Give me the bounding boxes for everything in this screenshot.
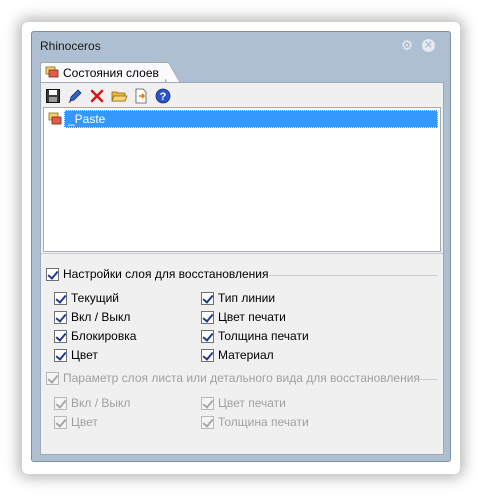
- checkbox-label: Цвет: [71, 348, 98, 362]
- list-item[interactable]: _Paste: [46, 110, 438, 128]
- help-icon: ?: [155, 88, 171, 103]
- checkbox-label: Блокировка: [71, 329, 137, 343]
- checkbox-label: Цвет печати: [218, 396, 286, 410]
- svg-text:?: ?: [160, 91, 167, 103]
- group-divider: [416, 379, 437, 380]
- delete-icon: [90, 89, 104, 102]
- checkbox-label: Текущий: [71, 291, 119, 305]
- save-button[interactable]: [43, 86, 63, 105]
- edit-button[interactable]: [65, 86, 85, 105]
- title-bar[interactable]: Rhinoceros ⚙ ✕: [32, 32, 450, 59]
- checkbox-label: Тип линии: [218, 291, 276, 305]
- checkbox-detail-color[interactable]: Цвет: [54, 414, 98, 430]
- layer-state-icon: [48, 112, 62, 125]
- checkbox-on-off[interactable]: Вкл / Выкл: [54, 309, 130, 325]
- list-item-label: _Paste: [68, 112, 106, 126]
- checkbox-label: Толщина печати: [218, 415, 309, 429]
- checkbox-label: Вкл / Выкл: [71, 396, 131, 410]
- open-button[interactable]: [109, 86, 129, 105]
- checkbox-material[interactable]: Материал: [201, 347, 274, 363]
- layer-states-list[interactable]: _Paste: [43, 107, 441, 252]
- save-icon: [46, 88, 60, 103]
- checkbox-box[interactable]: [54, 329, 67, 343]
- delete-button[interactable]: [87, 86, 107, 105]
- checkbox-box[interactable]: [54, 348, 67, 362]
- tab-content: ? _Paste Настройки слоя для восстановлен…: [40, 82, 444, 455]
- checkbox-box[interactable]: [46, 267, 59, 281]
- edit-icon: [68, 88, 82, 103]
- splitter[interactable]: [41, 253, 443, 254]
- checkbox-box[interactable]: [201, 415, 214, 429]
- checkbox-box[interactable]: [54, 396, 67, 410]
- layer-states-icon: [45, 66, 59, 78]
- checkbox-label: Материал: [218, 348, 274, 362]
- checkbox-box[interactable]: [201, 291, 214, 305]
- layer-states-panel: Состояния слоев ? _Paste Настройки слоя …: [40, 59, 444, 455]
- tab-label: Состояния слоев: [63, 66, 159, 80]
- detail-settings-label: Параметр слоя листа или детального вида …: [63, 371, 420, 385]
- restore-settings-label: Настройки слоя для восстановления: [63, 267, 269, 281]
- checkbox-detail-on-off[interactable]: Вкл / Выкл: [54, 395, 130, 411]
- checkbox-print-color[interactable]: Цвет печати: [201, 309, 286, 325]
- import-icon: [135, 88, 147, 103]
- checkbox-detail-print-color[interactable]: Цвет печати: [201, 395, 286, 411]
- help-button[interactable]: ?: [153, 86, 173, 105]
- checkbox-box[interactable]: [201, 396, 214, 410]
- window-title: Rhinoceros: [40, 39, 101, 53]
- checkbox-print-width[interactable]: Толщина печати: [201, 328, 309, 344]
- checkbox-box[interactable]: [201, 348, 214, 362]
- checkbox-label: Цвет печати: [218, 310, 286, 324]
- checkbox-box[interactable]: [201, 329, 214, 343]
- checkbox-lock[interactable]: Блокировка: [54, 328, 136, 344]
- checkbox-current[interactable]: Текущий: [54, 290, 119, 306]
- checkbox-color[interactable]: Цвет: [54, 347, 98, 363]
- checkbox-label: Цвет: [71, 415, 98, 429]
- checkbox-box[interactable]: [46, 371, 59, 385]
- tab-layer-states[interactable]: Состояния слоев: [40, 62, 166, 83]
- restore-settings-checkbox[interactable]: Настройки слоя для восстановления: [46, 266, 269, 282]
- checkbox-label: Толщина печати: [218, 329, 309, 343]
- list-item-selection: _Paste: [64, 110, 438, 128]
- detail-settings-checkbox[interactable]: Параметр слоя листа или детального вида …: [46, 370, 420, 386]
- checkbox-detail-print-width[interactable]: Толщина печати: [201, 414, 309, 430]
- gear-icon[interactable]: ⚙: [400, 38, 414, 52]
- close-icon[interactable]: ✕: [422, 39, 435, 52]
- rhino-window: Rhinoceros ⚙ ✕ Состояния слоев ? _Paste …: [31, 31, 451, 462]
- checkbox-box[interactable]: [201, 310, 214, 324]
- open-folder-icon: [110, 91, 128, 101]
- checkbox-box[interactable]: [54, 291, 67, 305]
- checkbox-label: Вкл / Выкл: [71, 310, 131, 324]
- import-button[interactable]: [131, 86, 151, 105]
- checkbox-linetype[interactable]: Тип линии: [201, 290, 275, 306]
- group-divider: [269, 275, 437, 276]
- checkbox-box[interactable]: [54, 415, 67, 429]
- checkbox-box[interactable]: [54, 310, 67, 324]
